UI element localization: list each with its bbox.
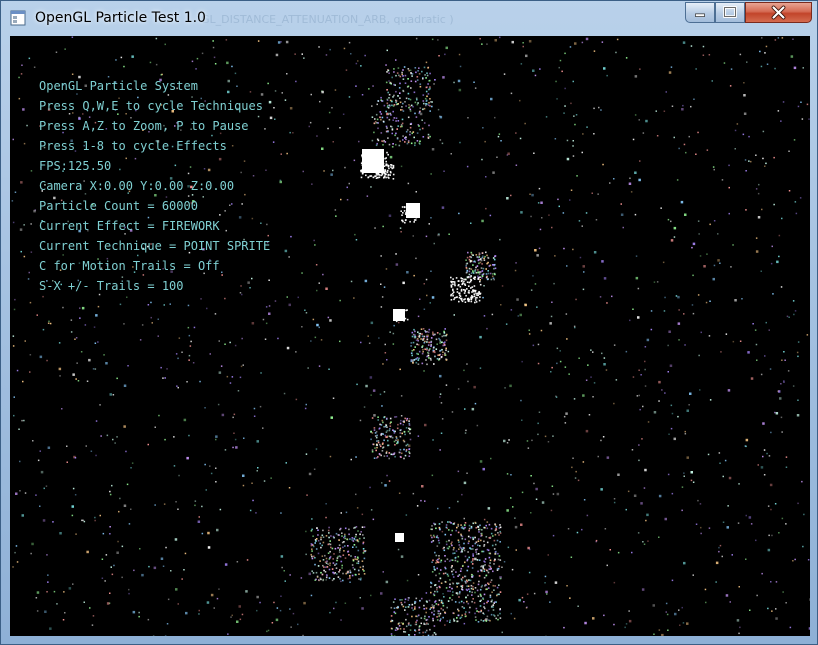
- title-bar[interactable]: GL_DISTANCE_ATTENUATION_ARB, quadratic )…: [1, 1, 817, 35]
- hud-line-motion-trails: C for Motion Trails = Off: [39, 259, 220, 273]
- minimize-button[interactable]: [685, 2, 715, 23]
- hud-line-effects: Press 1-8 to cycle Effects: [39, 139, 227, 153]
- hud-line-zoom: Press A,Z to Zoom, P to Pause: [39, 119, 249, 133]
- hud-line-title: OpenGL Particle System: [39, 79, 198, 93]
- hud-line-fps: FPS:125.50: [39, 159, 112, 173]
- hud-line-trails-count: S-X +/- Trails = 100: [39, 279, 184, 293]
- close-icon: [771, 5, 786, 20]
- maximize-icon: [723, 6, 737, 18]
- hud-overlay: OpenGL Particle System Press Q,W,E to cy…: [39, 76, 270, 296]
- hud-line-current-technique: Current Technique = POINT SPRITE: [39, 239, 271, 253]
- ghost-title-text: GL_DISTANCE_ATTENUATION_ARB, quadratic ): [201, 13, 454, 26]
- hud-line-techniques: Press Q,W,E to cycle Techniques: [39, 99, 263, 113]
- app-window: GL_DISTANCE_ATTENUATION_ARB, quadratic )…: [0, 0, 818, 645]
- close-button[interactable]: [745, 2, 812, 23]
- maximize-button[interactable]: [715, 2, 745, 23]
- minimize-icon: [695, 13, 705, 17]
- window-title: OpenGL Particle Test 1.0: [35, 10, 206, 26]
- hud-line-particle-count: Particle Count = 60000: [39, 199, 198, 213]
- hud-line-current-effect: Current Effect = FIREWORK: [39, 219, 220, 233]
- app-icon[interactable]: [10, 10, 26, 26]
- hud-line-camera: Camera X:0.00 Y:0.00 Z:0.00: [39, 179, 235, 193]
- render-viewport[interactable]: OpenGL Particle System Press Q,W,E to cy…: [10, 36, 810, 636]
